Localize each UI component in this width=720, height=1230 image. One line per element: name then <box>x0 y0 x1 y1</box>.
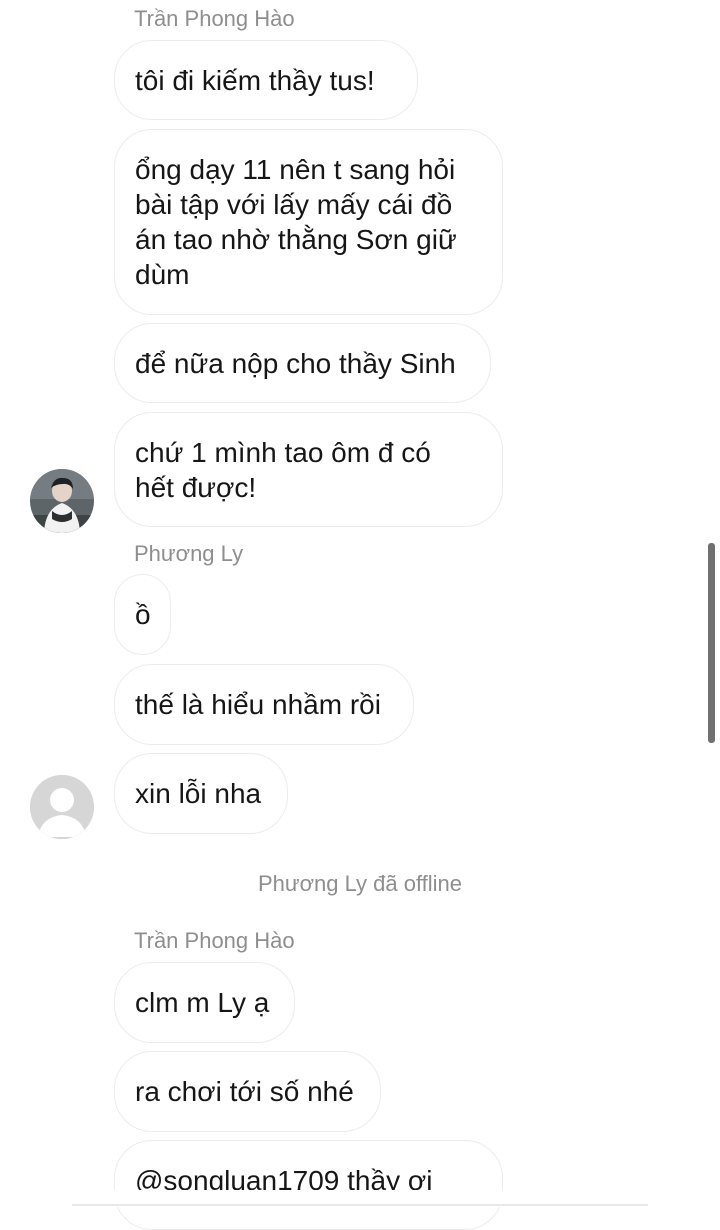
message-text: clm m Ly ạ <box>135 987 270 1018</box>
message-text: bài tập với lấy mấy cái đồ <box>135 189 453 220</box>
offline-status-text: Phương Ly đã offline <box>257 871 463 896</box>
message-text: dùm <box>135 259 190 290</box>
message-bubble[interactable]: chứ 1 mình tao ôm đ có hết được! <box>114 412 503 527</box>
message-text: ồ <box>135 599 151 630</box>
message-text: xin lỗi nha <box>135 778 262 809</box>
sender-name: Trần Phong Hào <box>134 6 295 31</box>
message-bubble[interactable]: ồ <box>114 574 171 655</box>
message-text: hết được! <box>135 472 257 503</box>
message-bubble[interactable]: ra chơi tới số nhé <box>114 1051 381 1132</box>
message-text: tôi đi kiếm thầy tus! <box>135 65 375 96</box>
message-text: để nữa nộp cho thầy Sinh <box>135 348 456 379</box>
scrollbar-thumb[interactable] <box>708 543 715 743</box>
message-bubble[interactable]: ổng dạy 11 nên t sang hỏi bài tập với lấ… <box>114 129 503 315</box>
status-message: Phương Ly đã offline <box>0 871 720 897</box>
message-bubble[interactable]: @songluan1709 thầy ơi <box>114 1140 503 1230</box>
message-bubble[interactable]: thế là hiểu nhầm rồi <box>114 664 414 745</box>
sender-name: Phương Ly <box>134 541 244 566</box>
message-text: án tao nhờ thằng Sơn giữ <box>135 224 457 255</box>
message-bubble[interactable]: tôi đi kiếm thầy tus! <box>114 40 418 120</box>
default-user-avatar[interactable] <box>30 775 94 839</box>
message-text: ra chơi tới số nhé <box>135 1076 354 1107</box>
message-bubble[interactable]: để nữa nộp cho thầy Sinh <box>114 323 491 403</box>
sender-name: Trần Phong Hào <box>134 928 295 953</box>
message-text: ổng dạy 11 nên t sang hỏi <box>135 154 456 185</box>
default-user-icon <box>30 775 94 839</box>
message-text: chứ 1 mình tao ôm đ có <box>135 437 431 468</box>
avatar-photo-icon <box>30 469 94 533</box>
user-photo-avatar[interactable] <box>30 469 94 533</box>
message-bubble[interactable]: clm m Ly ạ <box>114 962 295 1043</box>
message-bubble[interactable]: xin lỗi nha <box>114 753 288 834</box>
message-text: thế là hiểu nhầm rồi <box>135 689 381 720</box>
divider <box>72 1204 648 1206</box>
